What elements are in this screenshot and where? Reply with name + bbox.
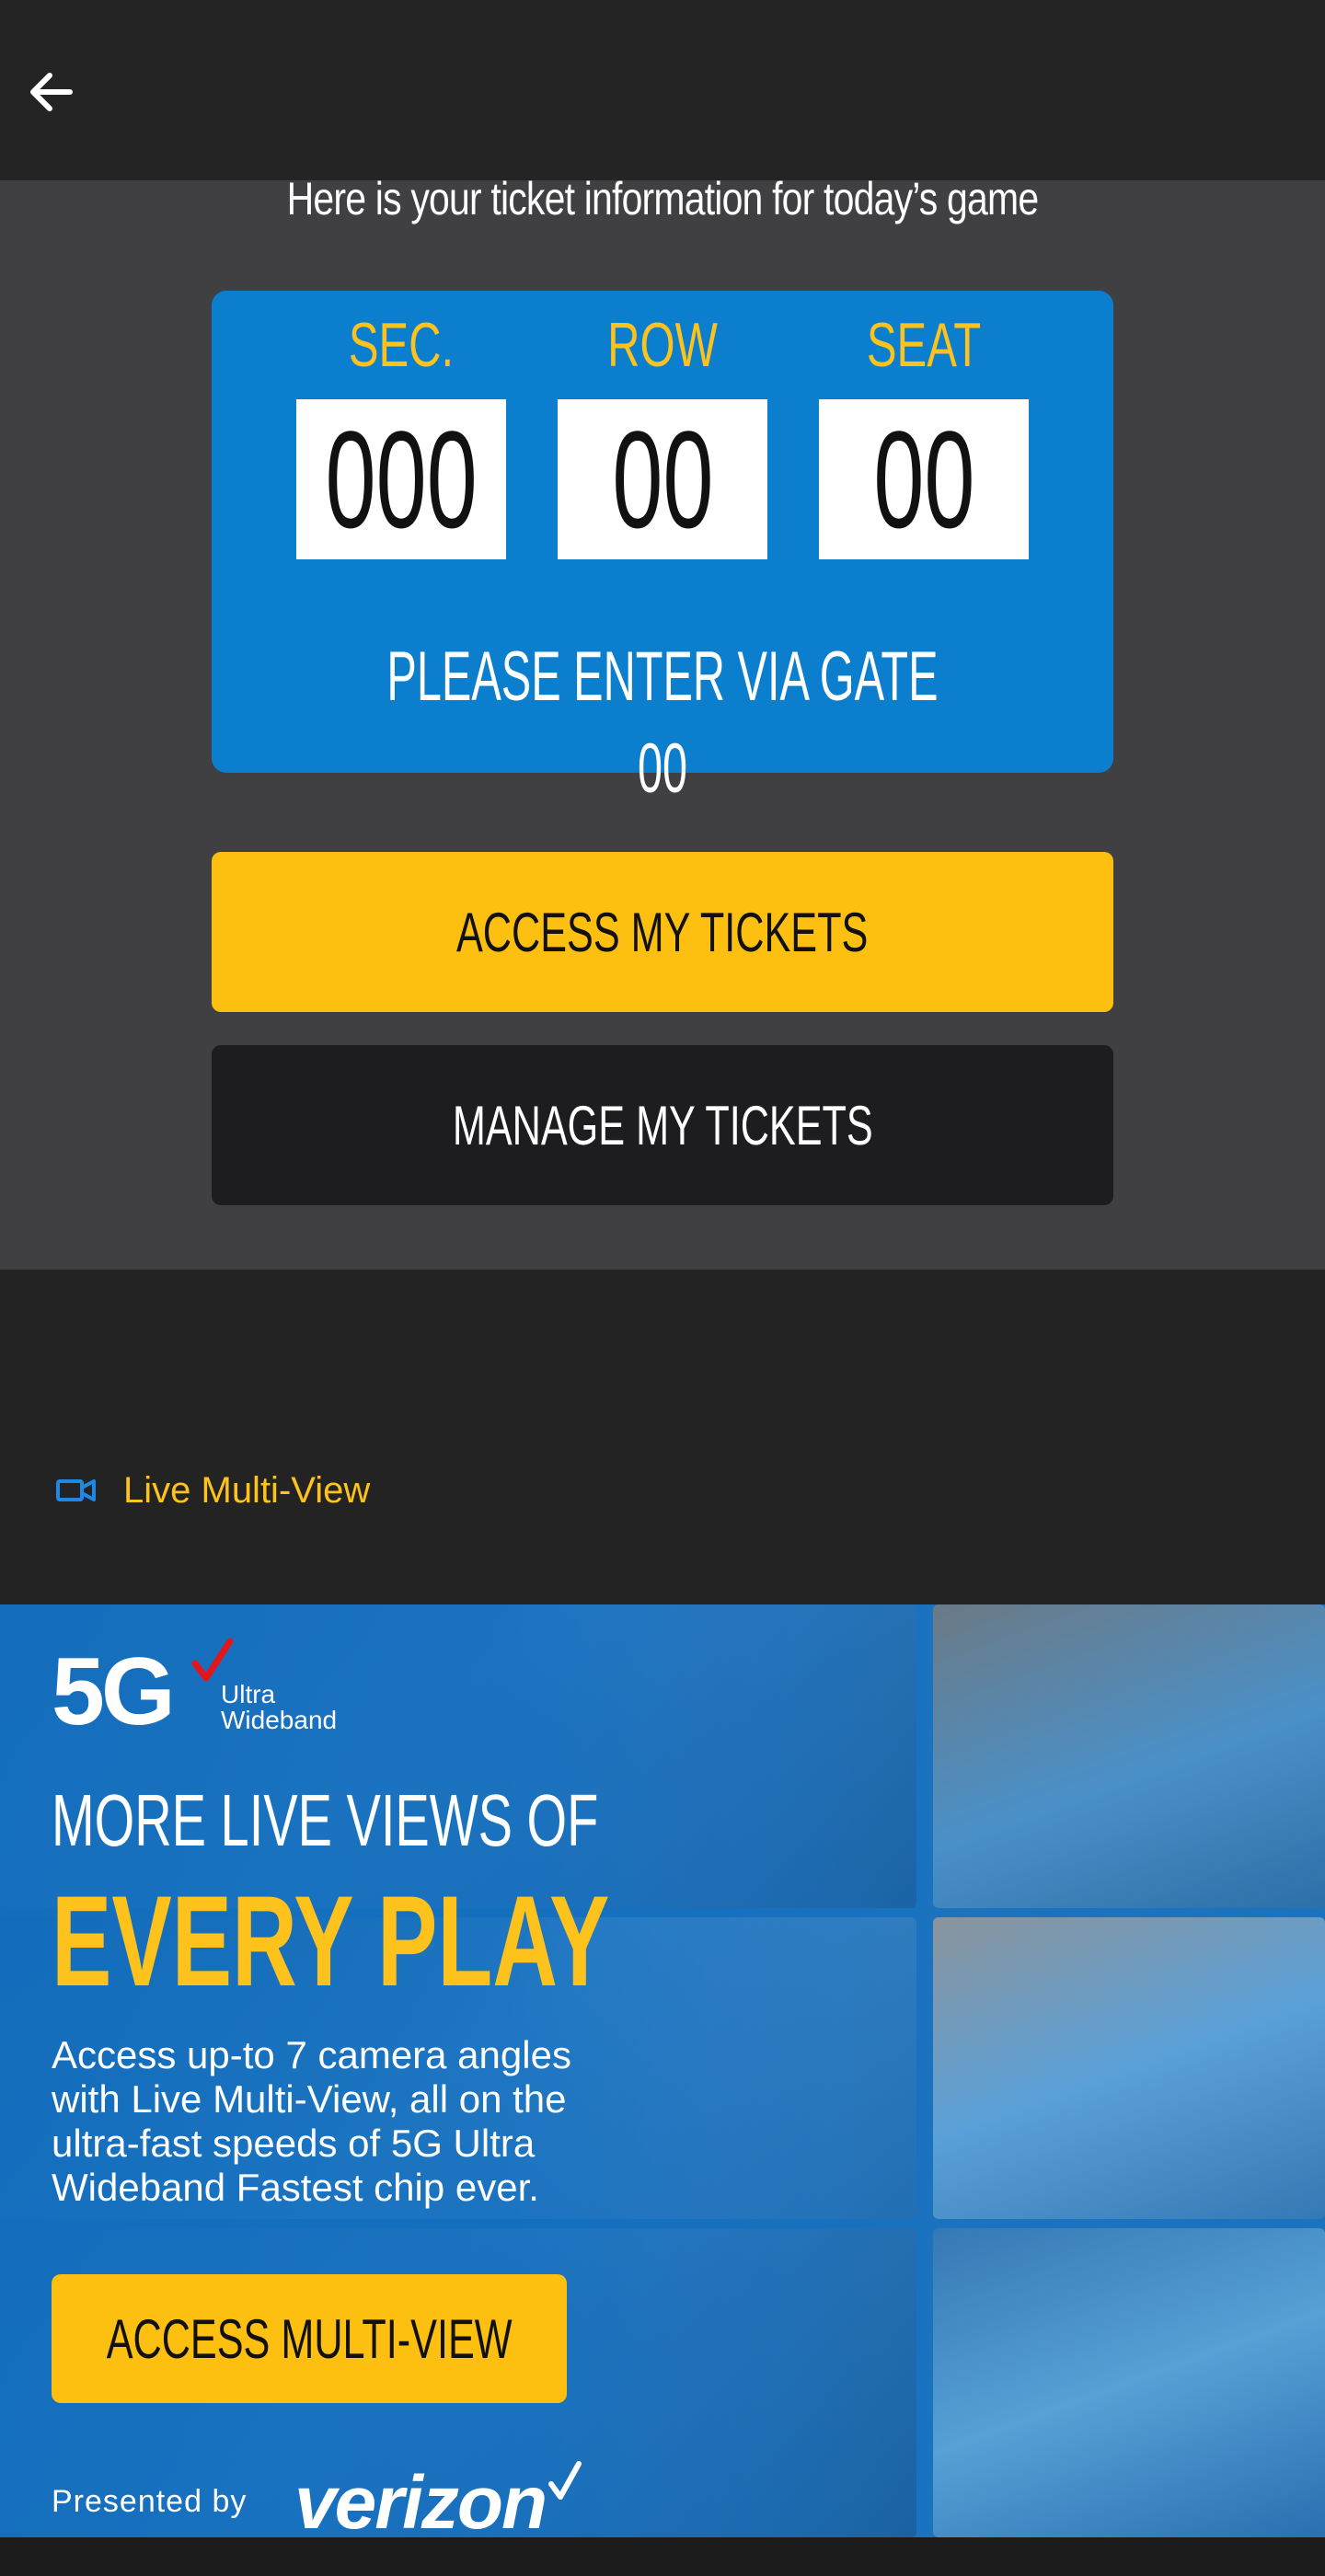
verizon-check-icon [548,2461,582,2500]
verizon-logo-text: verizon [294,2461,547,2537]
ticket-info-section: Here is your ticket information for toda… [0,173,1325,1270]
presented-by-text: Presented by [52,2484,248,2519]
promo-photo-2 [933,1604,1325,1908]
row-value: 00 [611,402,714,557]
seat-value: 00 [872,402,975,557]
promo-headline: EVERY PLAY [52,1869,610,2013]
5g-ultra-wideband-logo: 5G Ultra Wideband [52,1638,337,1745]
verizon-logo: verizon [294,2460,582,2537]
top-bar [0,0,1325,180]
promo-description: Access up-to 7 camera angles with Live M… [52,2033,571,2209]
multi-view-promo-banner: 5G Ultra Wideband MORE LIVE VIEWS OF EVE… [0,1604,1325,2537]
promo-photo-6 [933,2228,1325,2537]
logo-wideband-text: Wideband [221,1706,338,1734]
manage-my-tickets-label: MANAGE MY TICKETS [452,1094,873,1156]
seat-label: SEAT [866,310,982,380]
promo-photo-4 [933,1917,1325,2219]
section-value: 000 [325,402,478,557]
back-button[interactable] [17,57,86,127]
promo-subtitle: MORE LIVE VIEWS OF [52,1779,599,1861]
row-value-box: 00 [558,399,767,559]
gate-instruction: PLEASE ENTER VIA GATE 00 [386,638,939,808]
section-label: SEC. [348,310,455,380]
live-multi-view-label: Live Multi-View [123,1469,371,1511]
seat-value-box: 00 [819,399,1029,559]
logo-ultra-text: Ultra [221,1680,276,1708]
section-value-box: 000 [296,399,506,559]
access-multi-view-button[interactable]: ACCESS MULTI-VIEW [52,2274,567,2403]
access-my-tickets-label: ACCESS MY TICKETS [456,901,869,963]
bottom-strip [0,2537,1325,2576]
seat-info-card: SEC. 000 ROW 00 SEAT 00 PLEASE ENTER VIA… [212,291,1113,808]
row-label: ROW [607,310,718,380]
video-camera-icon [56,1479,96,1501]
arrow-left-icon [30,73,73,111]
logo-5g-text: 5G [52,1639,176,1745]
manage-my-tickets-button[interactable]: MANAGE MY TICKETS [212,1045,1113,1205]
access-multi-view-label: ACCESS MULTI-VIEW [106,2307,513,2370]
live-multi-view-link[interactable]: Live Multi-View [55,1465,370,1516]
ticket-intro-text: Here is your ticket information for toda… [286,173,1040,224]
access-my-tickets-button[interactable]: ACCESS MY TICKETS [212,852,1113,1012]
